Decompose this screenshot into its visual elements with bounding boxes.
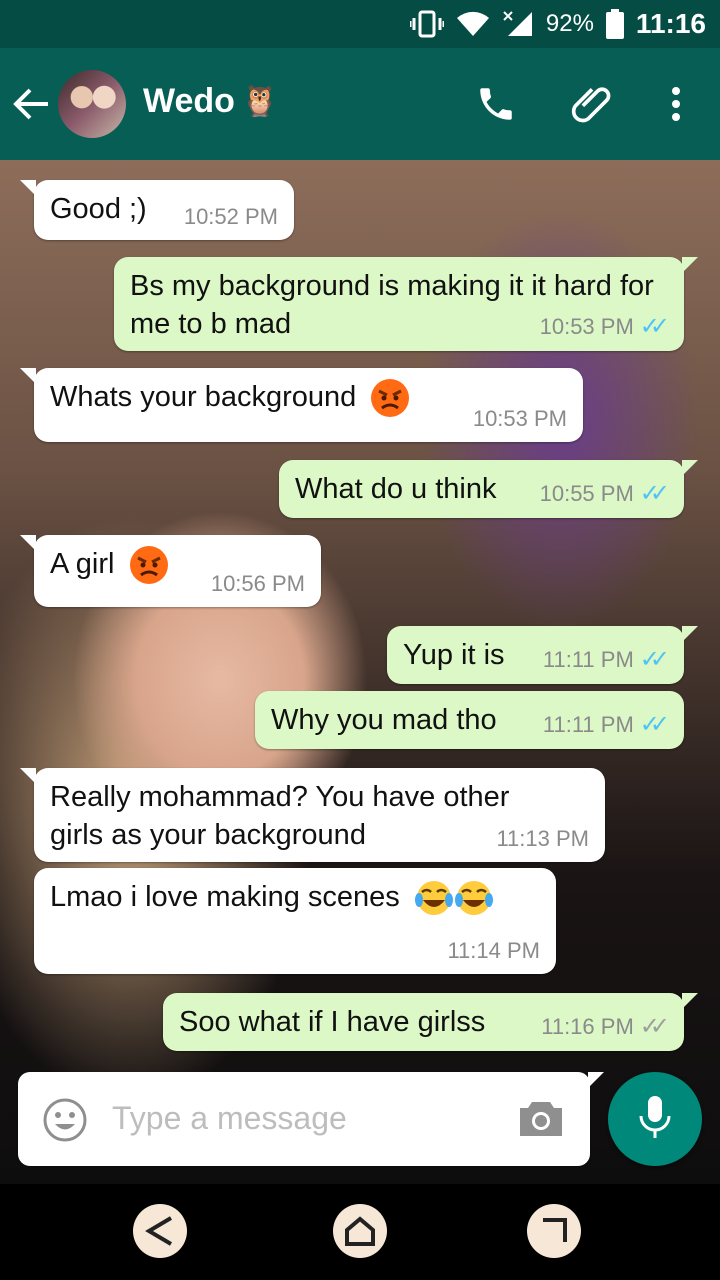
more-icon[interactable] [652,80,700,128]
message-text: Yup it is [403,639,505,671]
avatar[interactable] [58,70,126,138]
message-time: 10:52 PM [183,204,278,229]
message-time: 11:14 PM [447,938,540,963]
nav-home-icon[interactable] [333,1204,387,1258]
message-time: 10:53 PM [472,406,567,431]
message-time: 10:53 PM ✓✓ [539,313,671,340]
message-incoming[interactable]: Good ;) 10:52 PM [20,180,294,240]
message-incoming[interactable]: Whats your background 10:53 PM [20,368,583,442]
message-input[interactable]: Type a message [112,1100,347,1137]
message-incoming[interactable]: A girl 10:56 PM [20,535,321,607]
message-outgoing[interactable]: Bs my background is making it it hard fo… [114,257,698,351]
nav-recents-icon[interactable] [527,1204,581,1258]
delivered-ticks-icon: ✓✓ [639,1013,670,1040]
message-time: 10:55 PM ✓✓ [539,480,671,507]
message-text: Really mohammad? You have other girls as… [50,781,510,851]
signal-icon [502,10,534,38]
status-bar: 92% 11:16 [0,0,720,48]
system-nav-bar [0,1184,720,1280]
message-time: 11:16 PM ✓✓ [541,1013,670,1040]
battery-icon [605,9,624,39]
message-time: 10:56 PM [210,571,305,596]
message-text: Soo what if I have girlss [179,1006,486,1038]
message-text: Lmao i love making scenes [50,881,400,913]
message-outgoing[interactable]: Why you mad tho 11:11 PM ✓✓ [255,691,684,749]
message-outgoing[interactable]: What do u think 10:55 PM ✓✓ [279,460,698,518]
read-ticks-icon: ✓✓ [639,313,670,340]
camera-icon[interactable] [518,1098,564,1143]
read-ticks-icon: ✓✓ [639,711,670,738]
message-outgoing[interactable]: Yup it is 11:11 PM ✓✓ [387,626,698,684]
message-incoming[interactable]: Lmao i love making scenes 11:14 PM [34,868,556,974]
mic-icon [638,1094,672,1145]
message-text: Good ;) [50,193,147,225]
message-time: 11:11 PM ✓✓ [542,711,670,738]
message-text: Whats your background [50,381,357,413]
message-text: A girl [50,548,115,580]
tears-of-joy-emoji [454,881,493,916]
nav-back-icon[interactable] [133,1204,187,1258]
phone-icon[interactable] [472,80,520,128]
message-text: What do u think [295,473,497,505]
emoji-icon[interactable] [42,1097,88,1148]
message-text: Why you mad tho [271,704,497,736]
mic-button[interactable] [608,1072,702,1166]
attach-icon[interactable] [568,80,616,128]
contact-name[interactable]: Wedo 🦉 [143,82,278,121]
read-ticks-icon: ✓✓ [639,646,670,673]
back-arrow-icon[interactable] [12,84,52,124]
message-time: 11:11 PM ✓✓ [542,646,670,673]
message-incoming[interactable]: Really mohammad? You have other girls as… [20,768,605,862]
vibrate-icon [409,10,444,38]
read-ticks-icon: ✓✓ [639,480,670,507]
clock: 11:16 [635,8,706,39]
tears-of-joy-emoji [414,881,453,916]
battery-percent: 92% [545,10,594,37]
chat-area[interactable]: Good ;) 10:52 PM Bs my background is mak… [0,160,720,1184]
angry-emoji [129,546,168,585]
message-composer[interactable]: Type a message [18,1072,604,1166]
owl-emoji: 🦉 [240,85,279,118]
contact-name-text: Wedo [143,82,235,120]
wifi-icon [456,10,490,38]
message-time: 11:13 PM [496,826,589,851]
message-outgoing[interactable]: Soo what if I have girlss 11:16 PM ✓✓ [163,993,698,1051]
angry-emoji [371,379,410,418]
chat-header: Wedo 🦉 [0,48,720,160]
